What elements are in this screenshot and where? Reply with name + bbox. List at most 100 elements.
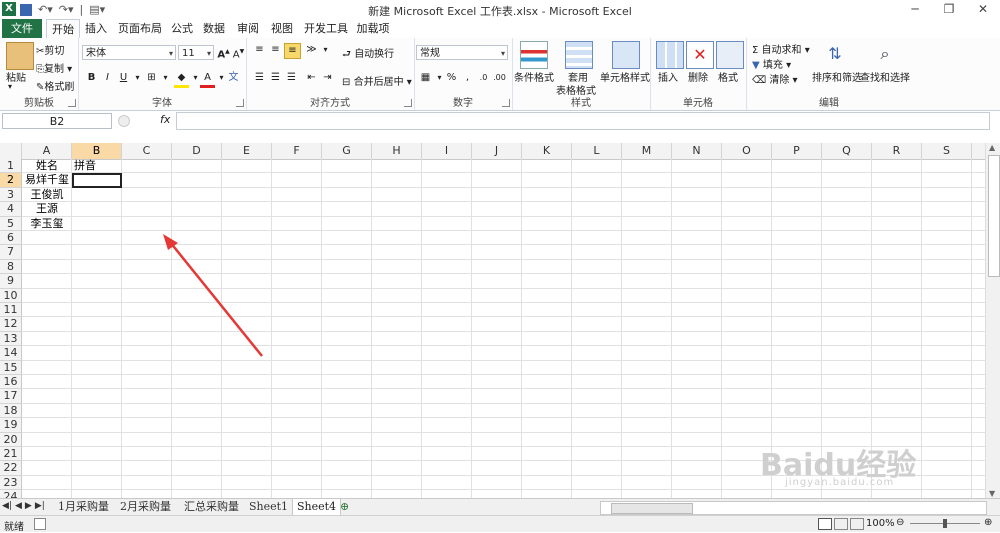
font-size-combo[interactable]: 11 ▾ <box>178 45 214 60</box>
last-sheet-icon[interactable]: ▶| <box>35 501 45 511</box>
align-top-icon[interactable]: ≡ <box>252 43 267 57</box>
increase-decimal-icon[interactable]: .0 <box>476 71 491 85</box>
column-header[interactable]: G <box>322 143 372 159</box>
cell-a2[interactable]: 易烊千玺 <box>24 173 70 187</box>
minimize-button[interactable]: ─ <box>898 0 932 19</box>
fill-color-icon[interactable]: ◆ <box>174 71 189 88</box>
column-header[interactable]: C <box>122 143 172 159</box>
scroll-up-icon[interactable]: ▲ <box>989 143 995 152</box>
next-sheet-icon[interactable]: ▶ <box>25 501 32 511</box>
tab-insert[interactable]: 插入 <box>82 19 110 38</box>
row-header[interactable]: 21 <box>0 447 22 462</box>
grow-font-icon[interactable]: A▲ <box>216 45 231 60</box>
tab-developer[interactable]: 开发工具 <box>302 19 350 38</box>
tab-review[interactable]: 审阅 <box>234 19 262 38</box>
conditional-formatting-icon[interactable] <box>520 41 548 69</box>
align-left-icon[interactable]: ☰ <box>252 71 267 85</box>
row-header[interactable]: 2 <box>0 173 22 188</box>
cell-styles-icon[interactable] <box>612 41 640 69</box>
column-header[interactable]: J <box>472 143 522 159</box>
tab-home[interactable]: 开始 <box>46 19 80 40</box>
restore-button[interactable]: ❐ <box>932 0 966 19</box>
comma-button[interactable]: , <box>460 71 475 85</box>
clipboard-dialog-launcher[interactable] <box>68 99 76 107</box>
merge-center-button[interactable]: ⊟ 合并后居中 ▾ <box>342 73 412 88</box>
sort-filter-icon[interactable]: ⇅ <box>822 41 848 67</box>
column-header[interactable]: L <box>572 143 622 159</box>
cell-b1[interactable]: 拼音 <box>74 159 120 173</box>
font-name-combo[interactable]: 宋体 ▾ <box>82 45 176 60</box>
font-color-icon[interactable]: A <box>200 71 215 88</box>
vertical-scroll-thumb[interactable] <box>988 155 1000 277</box>
underline-dropdown-icon[interactable]: ▾ <box>130 71 145 85</box>
increase-indent-icon[interactable]: ⇥ <box>320 71 335 85</box>
align-center-icon[interactable]: ☰ <box>268 71 283 85</box>
zoom-out-icon[interactable]: ⊖ <box>896 517 904 528</box>
row-header[interactable]: 12 <box>0 317 22 332</box>
insert-cells-button[interactable]: 插入 <box>658 69 678 84</box>
zoom-slider-thumb[interactable] <box>943 519 947 528</box>
tab-data[interactable]: 数据 <box>200 19 228 38</box>
column-header[interactable]: Q <box>822 143 872 159</box>
row-header[interactable]: 15 <box>0 360 22 375</box>
format-cells-button[interactable]: 格式 <box>718 69 738 84</box>
clear-button[interactable]: ⌫ 清除 ▾ <box>752 71 798 86</box>
tab-formulas[interactable]: 公式 <box>168 19 196 38</box>
formula-input[interactable] <box>176 112 990 130</box>
borders-dropdown-icon[interactable]: ▾ <box>158 71 173 85</box>
column-header[interactable]: B <box>72 143 122 159</box>
column-header[interactable]: R <box>872 143 922 159</box>
decrease-decimal-icon[interactable]: .00 <box>492 71 507 85</box>
page-layout-view-icon[interactable] <box>834 518 848 530</box>
underline-button[interactable]: U <box>116 71 131 85</box>
row-header[interactable]: 17 <box>0 389 22 404</box>
scroll-down-icon[interactable]: ▼ <box>989 489 995 498</box>
normal-view-icon[interactable] <box>818 518 832 530</box>
conditional-formatting-button[interactable]: 条件格式 <box>514 69 554 84</box>
name-box[interactable]: B2 <box>2 113 112 129</box>
row-header[interactable]: 13 <box>0 331 22 347</box>
prev-sheet-icon[interactable]: ◀ <box>15 501 22 511</box>
column-header[interactable]: E <box>222 143 272 159</box>
align-bottom-icon[interactable]: ≡ <box>284 43 301 59</box>
number-dialog-launcher[interactable] <box>502 99 510 107</box>
row-header[interactable]: 6 <box>0 231 22 246</box>
column-header[interactable]: M <box>622 143 672 159</box>
find-select-button[interactable]: 查找和选择 <box>860 69 910 84</box>
first-sheet-icon[interactable]: ◀| <box>2 501 12 511</box>
insert-function-icon[interactable]: fx <box>160 113 170 126</box>
sheet-tab[interactable]: 汇总采购量 <box>180 499 243 515</box>
horizontal-scroll-thumb[interactable] <box>611 503 693 514</box>
orientation-dropdown-icon[interactable]: ▾ <box>318 43 333 57</box>
macro-record-icon[interactable] <box>34 518 46 530</box>
sheet-tab[interactable]: 1月采购量 <box>54 499 113 515</box>
currency-icon[interactable]: ▦ <box>418 71 433 85</box>
insert-cells-icon[interactable] <box>656 41 684 69</box>
orientation-icon[interactable]: ≫ <box>304 43 319 57</box>
autosum-button[interactable]: Σ 自动求和 ▾ <box>752 41 810 56</box>
row-header[interactable]: 22 <box>0 461 22 476</box>
cell-a3[interactable]: 王俊凯 <box>24 188 70 202</box>
column-header[interactable]: O <box>722 143 772 159</box>
number-format-combo[interactable]: 常规 ▾ <box>416 45 508 60</box>
row-header[interactable]: 9 <box>0 274 22 289</box>
column-header[interactable]: K <box>522 143 572 159</box>
delete-cells-icon[interactable]: ✕ <box>686 41 714 69</box>
bold-button[interactable]: B <box>84 71 99 85</box>
row-header[interactable]: 7 <box>0 245 22 260</box>
column-header[interactable]: S <box>922 143 972 159</box>
tab-file[interactable]: 文件 <box>2 19 42 38</box>
row-header[interactable]: 23 <box>0 475 22 491</box>
shrink-font-icon[interactable]: A▼ <box>231 45 246 60</box>
paste-icon[interactable] <box>6 42 34 70</box>
cell-a5[interactable]: 李玉玺 <box>24 217 70 231</box>
column-header[interactable]: H <box>372 143 422 159</box>
row-header[interactable]: 24 <box>0 490 22 498</box>
format-painter-button[interactable]: ✎格式刷 <box>36 78 74 93</box>
find-select-icon[interactable]: ⌕ <box>872 41 898 67</box>
column-header[interactable]: N <box>672 143 722 159</box>
row-header[interactable]: 11 <box>0 303 22 318</box>
delete-cells-button[interactable]: 删除 <box>688 69 708 84</box>
tab-page-layout[interactable]: 页面布局 <box>116 19 164 38</box>
vertical-scrollbar[interactable]: ▲ ▼ <box>985 143 1000 498</box>
